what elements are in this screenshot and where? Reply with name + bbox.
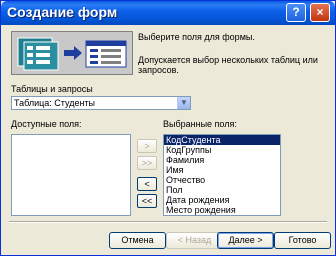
wizard-illustration: [11, 31, 133, 75]
list-item[interactable]: Фамилия: [164, 155, 280, 165]
available-fields-label: Доступные поля:: [11, 119, 82, 129]
close-button[interactable]: ×: [310, 3, 330, 22]
cancel-button[interactable]: Отмена: [109, 232, 166, 249]
window-title: Создание форм: [7, 4, 118, 20]
list-item-selected[interactable]: КодСтудента: [164, 135, 280, 145]
table-select[interactable]: Таблица: Студенты ▼: [11, 96, 191, 110]
finish-button[interactable]: Готово: [274, 232, 331, 249]
available-fields-list[interactable]: [11, 134, 131, 216]
remove-one-button[interactable]: <: [137, 177, 157, 191]
add-all-button[interactable]: >>: [137, 156, 157, 170]
tables-label: Таблицы и запросы: [11, 84, 93, 94]
list-item[interactable]: Дата рождения: [164, 195, 280, 205]
back-button[interactable]: < Назад: [166, 232, 223, 249]
next-button[interactable]: Далее >: [217, 232, 274, 249]
chevron-down-icon[interactable]: ▼: [177, 97, 190, 109]
description-text-1: Выберите поля для формы.: [138, 32, 255, 42]
remove-all-button[interactable]: <<: [137, 194, 157, 208]
title-bar[interactable]: Создание форм ? ×: [1, 1, 335, 25]
list-item[interactable]: КодГруппы: [164, 145, 280, 155]
list-item[interactable]: [12, 135, 130, 145]
selected-fields-label: Выбранные поля:: [163, 119, 237, 129]
form-wizard-window: Создание форм ? × Выберите поля для форм…: [0, 0, 336, 256]
list-item[interactable]: Место рождения: [164, 205, 280, 215]
description-text-2: Допускается выбор нескольких таблиц или …: [138, 55, 318, 75]
selected-fields-list[interactable]: КодСтудента КодГруппы Фамилия Имя Отчест…: [163, 134, 281, 216]
list-item[interactable]: Пол: [164, 185, 280, 195]
add-one-button[interactable]: >: [137, 139, 157, 153]
list-item[interactable]: Имя: [164, 165, 280, 175]
help-button[interactable]: ?: [286, 3, 306, 22]
table-select-value: Таблица: Студенты: [14, 98, 96, 108]
separator: [9, 221, 327, 223]
list-item[interactable]: Отчество: [164, 175, 280, 185]
forms-illustration-icon: [12, 32, 132, 74]
